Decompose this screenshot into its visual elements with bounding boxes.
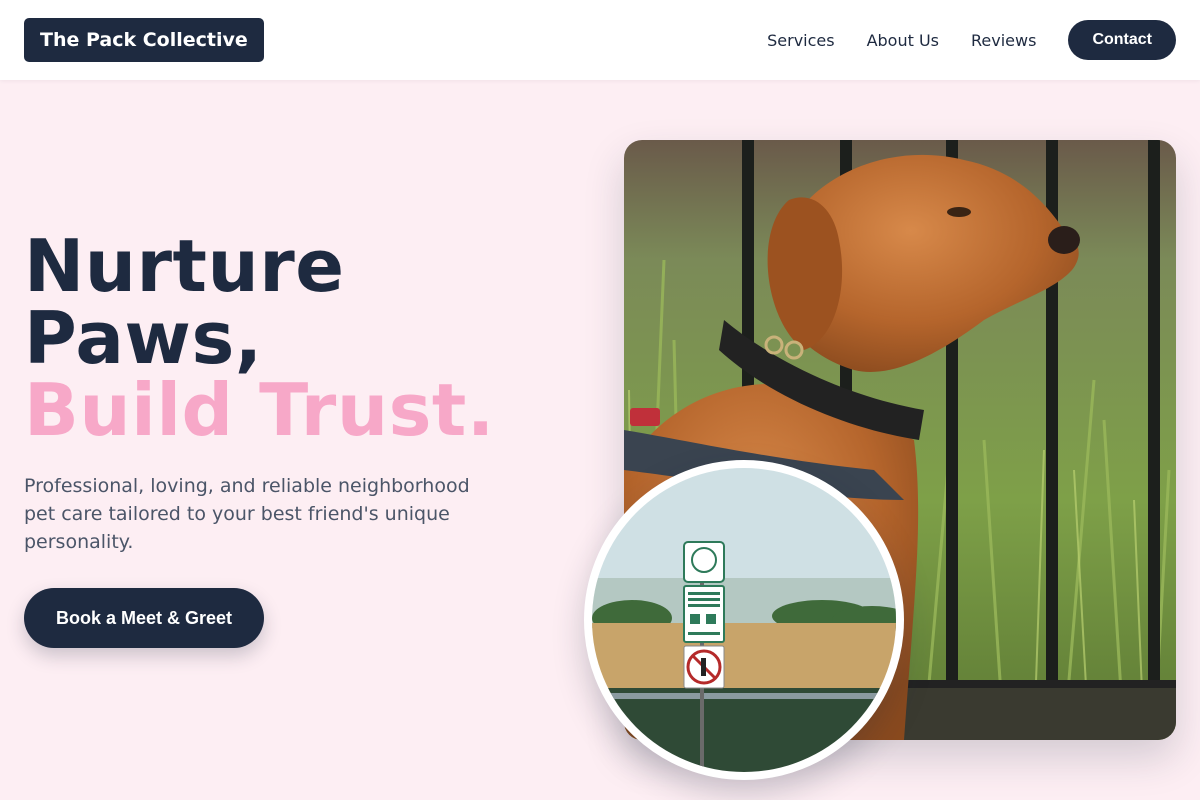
hero-title: Nurture Paws, Build Trust. [24, 230, 495, 446]
contact-button[interactable]: Contact [1068, 20, 1176, 60]
site-header: The Pack Collective Services About Us Re… [0, 0, 1200, 80]
main-nav: Services About Us Reviews Contact [767, 20, 1176, 60]
nav-link-about-us[interactable]: About Us [867, 31, 939, 50]
hero-subtitle: Professional, loving, and reliable neigh… [24, 475, 470, 553]
landing-page: The Pack Collective Services About Us Re… [0, 0, 1200, 800]
nav-link-reviews[interactable]: Reviews [971, 31, 1036, 50]
nav-link-services[interactable]: Services [767, 31, 834, 50]
hero-title-line-1: Nurture [24, 224, 345, 308]
book-meet-greet-button[interactable]: Book a Meet & Greet [24, 588, 265, 648]
hero-title-accent: Build Trust. [24, 368, 495, 452]
park-sign-photo [584, 460, 904, 780]
hero-title-line-2: Paws, [24, 296, 263, 380]
site-logo[interactable]: The Pack Collective [24, 18, 264, 62]
